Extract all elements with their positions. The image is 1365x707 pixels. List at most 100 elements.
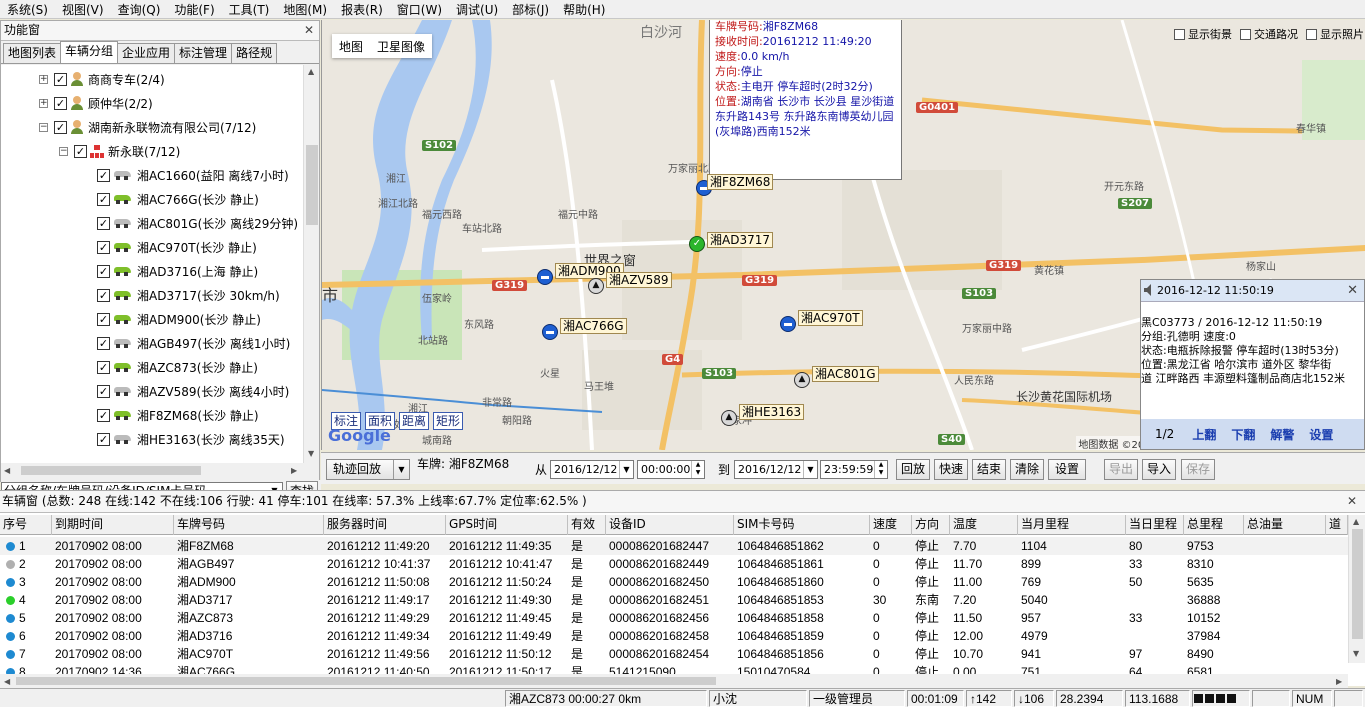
vehicle-marker-blue-icon[interactable] bbox=[537, 269, 553, 285]
tree-group[interactable]: − ✓ 湖南新永联物流有限公司(7/12) bbox=[39, 116, 256, 138]
table-row[interactable]: 2 20170902 08:00 湘AGB497 20161212 10:41:37 2… bbox=[0, 555, 1348, 573]
save-button[interactable]: 保存 bbox=[1181, 459, 1215, 480]
vehicle-checkbox[interactable]: ✓ bbox=[97, 288, 110, 302]
vehicle-marker-label[interactable]: 湘F8ZM68 bbox=[707, 174, 774, 190]
column-header[interactable]: 方向 bbox=[912, 515, 950, 535]
tab-map-list[interactable]: 地图列表 bbox=[3, 43, 62, 63]
tree-vertical-scrollbar[interactable]: ▲ ▼ bbox=[303, 65, 319, 463]
column-header[interactable]: 当日里程 bbox=[1126, 515, 1184, 535]
vehicle-marker-gray-icon[interactable]: ▲ bbox=[721, 410, 737, 426]
vehicle-checkbox[interactable]: ✓ bbox=[97, 384, 110, 398]
tree-vehicle-item[interactable]: ✓ 湘AD3717(长沙 30km/h) bbox=[97, 284, 280, 306]
menu-function[interactable]: 功能(F) bbox=[167, 1, 221, 18]
playback-fast-button[interactable]: 快速 bbox=[934, 459, 968, 480]
column-header[interactable]: 设备ID bbox=[606, 515, 734, 535]
alarm-dismiss-button[interactable]: 解警 bbox=[1270, 426, 1294, 443]
vehicle-marker-label[interactable]: 湘AD3717 bbox=[707, 232, 773, 248]
close-icon[interactable]: ✕ bbox=[1347, 491, 1357, 512]
tree-subgroup[interactable]: − ✓ 新永联(7/12) bbox=[59, 140, 180, 162]
to-date-field[interactable]: 2016/12/12 ▼ bbox=[734, 460, 818, 479]
menu-report[interactable]: 报表(R) bbox=[334, 1, 390, 18]
column-header[interactable]: 总里程 bbox=[1184, 515, 1244, 535]
vehicle-marker-green-icon[interactable]: ✓ bbox=[689, 236, 705, 252]
import-button[interactable]: 导入 bbox=[1142, 459, 1176, 480]
tree-vehicle-item[interactable]: ✓ 湘AC766G(长沙 静止) bbox=[97, 188, 259, 210]
tree-horizontal-scrollbar[interactable]: ◀ ▶ bbox=[1, 463, 303, 478]
menu-help[interactable]: 帮助(H) bbox=[556, 1, 612, 18]
expand-icon[interactable]: + bbox=[39, 74, 48, 84]
tree-group[interactable]: + ✓ 顾仲华(2/2) bbox=[39, 92, 153, 114]
alarm-next-button[interactable]: 下翻 bbox=[1231, 426, 1255, 443]
vehicle-marker-label[interactable]: 湘AC801G bbox=[812, 366, 879, 382]
column-header[interactable]: 速度 bbox=[870, 515, 912, 535]
map-type-map[interactable]: 地图 bbox=[332, 38, 370, 55]
vehicle-checkbox[interactable]: ✓ bbox=[97, 408, 110, 422]
table-vertical-scrollbar[interactable]: ▲ ▼ bbox=[1348, 515, 1365, 663]
vehicle-checkbox[interactable]: ✓ bbox=[97, 336, 110, 350]
tab-vehicle-groups[interactable]: 车辆分组 bbox=[60, 41, 119, 63]
alarm-prev-button[interactable]: 上翻 bbox=[1192, 426, 1216, 443]
map-type-satellite[interactable]: 卫星图像 bbox=[370, 38, 432, 55]
vehicle-checkbox[interactable]: ✓ bbox=[97, 360, 110, 374]
menu-system[interactable]: 系统(S) bbox=[0, 1, 55, 18]
menu-window[interactable]: 窗口(W) bbox=[390, 1, 449, 18]
vehicle-marker-label[interactable]: 湘AC766G bbox=[560, 318, 627, 334]
subgroup-checkbox[interactable]: ✓ bbox=[74, 144, 87, 158]
vehicle-checkbox[interactable]: ✓ bbox=[97, 264, 110, 278]
column-header[interactable]: 序号 bbox=[0, 515, 52, 535]
table-horizontal-scrollbar[interactable]: ◀ ▶ bbox=[0, 674, 1348, 688]
expand-icon[interactable]: + bbox=[39, 98, 48, 108]
checkbox-icon[interactable] bbox=[1174, 28, 1185, 40]
table-row[interactable]: 4 20170902 08:00 湘AD3717 20161212 11:49:17 2… bbox=[0, 591, 1348, 609]
collapse-icon[interactable]: − bbox=[59, 146, 68, 156]
checkbox-icon[interactable] bbox=[1240, 28, 1251, 40]
menu-debug[interactable]: 调试(U) bbox=[449, 1, 505, 18]
column-header[interactable]: 到期时间 bbox=[52, 515, 174, 535]
from-time-field[interactable]: 00:00:00 ▲ ▼ bbox=[637, 460, 705, 479]
playback-settings-button[interactable]: 设置 bbox=[1048, 459, 1086, 480]
traffic-toggle[interactable]: 交通路况 bbox=[1240, 26, 1298, 42]
show-photos-toggle[interactable]: 显示照片 bbox=[1306, 26, 1364, 42]
scroll-thumb[interactable] bbox=[306, 145, 318, 225]
vehicle-checkbox[interactable]: ✓ bbox=[97, 192, 110, 206]
menu-map[interactable]: 地图(M) bbox=[276, 1, 334, 18]
group-checkbox[interactable]: ✓ bbox=[54, 96, 67, 110]
vehicle-marker-gray-icon[interactable]: ▲ bbox=[794, 372, 810, 388]
table-row[interactable]: 3 20170902 08:00 湘ADM900 20161212 11:50:08 2… bbox=[0, 573, 1348, 591]
export-button[interactable]: 导出 bbox=[1104, 459, 1138, 480]
tree-vehicle-item[interactable]: ✓ 湘AZV589(长沙 离线4小时) bbox=[97, 380, 289, 402]
vehicle-marker-label[interactable]: 湘AC970T bbox=[798, 310, 863, 326]
column-header[interactable]: 温度 bbox=[950, 515, 1018, 535]
scroll-down-icon[interactable]: ▼ bbox=[308, 449, 314, 458]
to-time-field[interactable]: 23:59:59 ▲ ▼ bbox=[820, 460, 888, 479]
tree-vehicle-item[interactable]: ✓ 湘AC970T(长沙 静止) bbox=[97, 236, 257, 258]
vehicle-checkbox[interactable]: ✓ bbox=[97, 168, 110, 182]
tree-vehicle-item[interactable]: ✓ 湘AC801G(长沙 离线29分钟) bbox=[97, 212, 298, 234]
tree-vehicle-item[interactable]: ✓ 湘AZC873(长沙 静止) bbox=[97, 356, 258, 378]
vehicle-marker-label[interactable]: 湘HE3163 bbox=[739, 404, 805, 420]
table-row[interactable]: 6 20170902 08:00 湘AD3716 20161212 11:49:34 2… bbox=[0, 627, 1348, 645]
checkbox-icon[interactable] bbox=[1306, 28, 1317, 40]
tree-vehicle-item[interactable]: ✓ 湘AD3716(上海 静止) bbox=[97, 260, 258, 282]
tree-vehicle-item[interactable]: ✓ 湘AC1660(益阳 离线7小时) bbox=[97, 164, 289, 186]
alarm-settings-button[interactable]: 设置 bbox=[1309, 426, 1333, 443]
close-icon[interactable]: ✕ bbox=[1347, 280, 1358, 301]
scroll-right-icon[interactable]: ▶ bbox=[291, 466, 297, 475]
scroll-thumb[interactable] bbox=[21, 466, 201, 475]
vehicle-checkbox[interactable]: ✓ bbox=[97, 216, 110, 230]
vehicle-marker-blue-icon[interactable] bbox=[542, 324, 558, 340]
chevron-down-icon[interactable]: ▼ bbox=[619, 461, 633, 478]
tool-distance-button[interactable]: 距离 bbox=[399, 412, 430, 430]
scroll-left-icon[interactable]: ◀ bbox=[4, 677, 10, 686]
chevron-down-icon[interactable]: ▼ bbox=[803, 461, 817, 478]
menu-view[interactable]: 视图(V) bbox=[55, 1, 111, 18]
tab-enterprise-apps[interactable]: 企业应用 bbox=[117, 43, 176, 63]
vehicle-checkbox[interactable]: ✓ bbox=[97, 432, 110, 446]
tree-group[interactable]: + ✓ 商商专车(2/4) bbox=[39, 68, 165, 90]
menu-query[interactable]: 查询(Q) bbox=[111, 1, 168, 18]
table-row[interactable]: 1 20170902 08:00 湘F8ZM68 20161212 11:49:20 2… bbox=[0, 537, 1348, 555]
column-header[interactable]: 有效 bbox=[568, 515, 606, 535]
column-header[interactable]: 服务器时间 bbox=[324, 515, 446, 535]
menu-tools[interactable]: 工具(T) bbox=[222, 1, 277, 18]
tree-vehicle-item[interactable]: ✓ 湘F8ZM68(长沙 静止) bbox=[97, 404, 259, 426]
